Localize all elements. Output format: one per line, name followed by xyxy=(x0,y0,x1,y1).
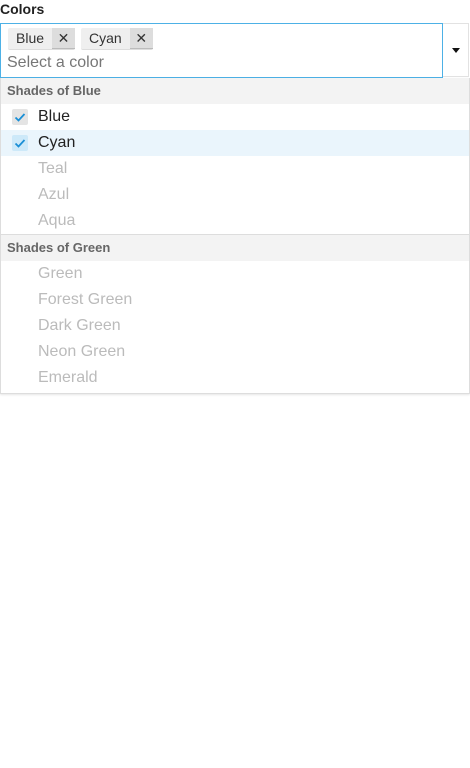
group-header: Shades of Green xyxy=(1,234,469,261)
chip-label: Cyan xyxy=(89,30,122,46)
dropdown-menu: Shades of Blue Blue Cyan Teal Azul Aqua … xyxy=(0,78,470,394)
option-label: Cyan xyxy=(38,134,76,151)
chip-blue: Blue ✕ xyxy=(8,28,76,50)
option-green[interactable]: Green xyxy=(1,261,469,287)
option-aqua[interactable]: Aqua xyxy=(1,208,469,234)
remove-chip-blue-button[interactable]: ✕ xyxy=(52,28,76,49)
option-teal[interactable]: Teal xyxy=(1,156,469,182)
caret-down-icon xyxy=(452,48,460,53)
checkbox-checked-icon[interactable] xyxy=(12,135,28,151)
dropdown-toggle-button[interactable] xyxy=(443,23,469,77)
multiselect-input[interactable]: Blue ✕ Cyan ✕ Select a color xyxy=(0,23,443,78)
option-emerald[interactable]: Emerald xyxy=(1,365,469,391)
option-neon-green[interactable]: Neon Green xyxy=(1,339,469,365)
remove-chip-cyan-button[interactable]: ✕ xyxy=(129,28,153,49)
option-azul[interactable]: Azul xyxy=(1,182,469,208)
chip-label: Blue xyxy=(16,30,45,46)
checkbox-checked-icon[interactable] xyxy=(12,109,28,125)
option-cyan[interactable]: Cyan xyxy=(1,130,469,156)
option-forest-green[interactable]: Forest Green xyxy=(1,287,469,313)
placeholder[interactable]: Select a color xyxy=(7,54,104,72)
option-label: Blue xyxy=(38,108,71,125)
chip-cyan: Cyan ✕ xyxy=(81,28,153,50)
option-dark-green[interactable]: Dark Green xyxy=(1,313,469,339)
group-header: Shades of Blue xyxy=(1,78,469,104)
field-label: Colors xyxy=(0,1,45,17)
option-blue[interactable]: Blue xyxy=(1,104,469,130)
